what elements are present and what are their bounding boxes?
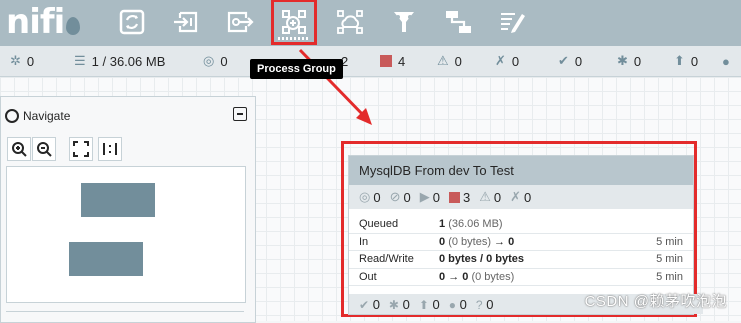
bullseye-icon: ◎ — [359, 189, 371, 204]
invalid-status: ⚠ 0 — [437, 53, 462, 69]
navigate-title: Navigate — [23, 109, 71, 123]
birdseye-view[interactable] — [6, 166, 246, 303]
drop-icon — [66, 17, 81, 35]
processor-tool-button[interactable] — [114, 4, 150, 40]
play-icon: ▶ — [419, 189, 430, 204]
process-group-icon — [282, 10, 306, 34]
asterisk-icon: ✱ — [617, 53, 628, 68]
zoom-in-icon — [12, 142, 27, 157]
up-to-date-status: ✔ 0 — [558, 53, 583, 69]
list-icon: ☰ — [74, 53, 86, 68]
arrow-up-circle-icon: ⬆ — [674, 53, 685, 68]
cluster-status: ✲ 0 — [10, 53, 35, 69]
warning-circle-icon: ● — [448, 297, 457, 312]
sync-icon: ● — [722, 53, 730, 69]
actual-size-icon — [103, 143, 117, 155]
transmitting-status: ◎ 0 — [203, 53, 228, 69]
cluster-icon: ✲ — [10, 53, 21, 68]
template-tool-button[interactable] — [440, 4, 476, 40]
not-transmitting-icon: ⊘ — [389, 189, 401, 204]
nifi-logo: nifi — [6, 2, 81, 42]
funnel-tool-button[interactable] — [386, 4, 422, 40]
disabled-icon: ✗ — [510, 189, 521, 204]
zoom-out-icon — [37, 142, 52, 157]
arrow-up-circle-icon: ⬆ — [418, 297, 429, 312]
output-port-icon — [227, 11, 254, 33]
stats-row-read-write: Read/Write 0 bytes / 0 bytes 5 min — [349, 251, 693, 269]
process-group-counts: ◎ 0 ⊘ 0 ▶ 0 3 ⚠ 0 ✗ 0 — [349, 185, 693, 209]
label-icon — [501, 13, 525, 33]
remote-process-group-icon — [337, 10, 363, 34]
input-port-tool-button[interactable] — [168, 4, 204, 40]
output-port-tool-button[interactable] — [222, 4, 258, 40]
processor-icon — [119, 9, 145, 35]
fit-button[interactable] — [69, 137, 93, 161]
label-tool-button[interactable] — [494, 4, 530, 40]
birdseye-component — [81, 183, 155, 217]
tooltip: Process Group — [250, 59, 343, 79]
input-port-icon — [174, 11, 198, 33]
watermark: CSDN @赖茅吹泡泡 — [584, 293, 727, 310]
stop-icon — [380, 55, 392, 67]
zoom-out-button[interactable] — [32, 137, 56, 161]
stop-icon — [448, 191, 460, 203]
asterisk-icon: ✱ — [388, 297, 399, 312]
process-group-stats: Queued 1 (36.06 MB) In 0 (0 bytes) → 0 5… — [349, 216, 693, 286]
sync-failure-status: ● — [722, 46, 730, 76]
expand-icon — [73, 141, 89, 157]
warning-icon: ⚠ — [437, 53, 449, 68]
stats-row-in: In 0 (0 bytes) → 0 5 min — [349, 234, 693, 251]
minimize-button[interactable] — [233, 107, 247, 121]
disabled-status: ✗ 0 — [495, 53, 520, 69]
warning-icon: ⚠ — [479, 189, 491, 204]
template-icon — [446, 11, 471, 33]
process-group-name: MysqlDB From dev To Test — [349, 156, 693, 185]
remote-process-group-tool-button[interactable] — [332, 4, 368, 40]
divider — [6, 311, 244, 322]
birdseye-component — [69, 242, 143, 276]
status-bar: ✲ 0 ☰ 1 / 36.06 MB ◎ 0 2 4 ⚠ 0 ✗ 0 ✔ 0 ✱ 0 ⬆ 0 ● — [0, 46, 741, 77]
bullseye-icon: ◎ — [203, 53, 215, 68]
top-toolbar: nifi — [0, 0, 741, 46]
drag-dots — [278, 37, 310, 40]
compass-icon — [5, 109, 19, 123]
question-icon: ? — [475, 297, 483, 312]
navigate-panel: Navigate — [0, 96, 256, 323]
stats-row-queued: Queued 1 (36.06 MB) — [349, 216, 693, 234]
disabled-icon: ✗ — [495, 53, 506, 68]
stats-row-out: Out 0 → 0 (0 bytes) 5 min — [349, 269, 693, 286]
zoom-in-button[interactable] — [7, 137, 31, 161]
funnel-icon — [394, 12, 414, 32]
locally-modified-status: ✱ 0 — [617, 53, 642, 69]
actual-size-button[interactable] — [98, 137, 122, 161]
stopped-status: 4 — [380, 46, 405, 76]
check-icon: ✔ — [558, 53, 569, 68]
process-group-tool-button[interactable] — [271, 0, 317, 45]
check-icon: ✔ — [359, 297, 370, 312]
queued-status: ☰ 1 / 36.06 MB — [74, 53, 166, 69]
stale-status: ⬆ 0 — [674, 53, 699, 69]
